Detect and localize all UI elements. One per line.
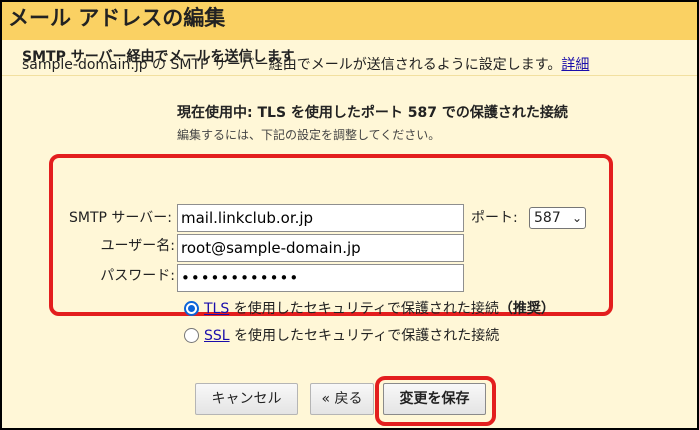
details-link[interactable]: 詳細 (561, 57, 589, 73)
ssl-radio[interactable] (184, 328, 199, 343)
port-select-value: 587 (534, 210, 561, 226)
smtp-server-label: SMTP サーバー: (69, 210, 172, 226)
edit-hint: 編集するには、下記の設定を調整してください。 (177, 128, 441, 142)
port-select[interactable]: 587 ⌄ (529, 207, 586, 229)
port-label: ポート: (471, 210, 518, 226)
tls-option: TLS を使用したセキュリティで保護された接続（推奨） (204, 300, 555, 318)
description: sample-domain.jp の SMTP サーバー経由でメールが送信される… (22, 56, 589, 74)
tls-recommended: （推奨） (498, 301, 555, 317)
dialog-title: メール アドレスの編集 (8, 6, 226, 30)
tls-option-text: を使用したセキュリティで保護された接続 (233, 301, 499, 317)
username-label: ユーザー名: (100, 238, 175, 254)
ssl-option: SSL を使用したセキュリティで保護された接続 (204, 327, 499, 345)
username-input[interactable]: root@sample-domain.jp (177, 234, 464, 262)
current-status: 現在使用中: TLS を使用したポート 587 での保護された接続 (177, 105, 568, 121)
tls-radio[interactable] (184, 301, 199, 316)
smtp-server-input[interactable]: mail.linkclub.or.jp (177, 204, 464, 232)
back-button[interactable]: « 戻る (310, 383, 374, 415)
password-label: パスワード: (100, 268, 175, 284)
tls-link[interactable]: TLS (204, 301, 229, 317)
description-text: sample-domain.jp の SMTP サーバー経由でメールが送信される… (22, 57, 562, 73)
chevron-down-icon: ⌄ (571, 211, 582, 225)
ssl-link[interactable]: SSL (204, 328, 230, 344)
title-bar: メール アドレスの編集 (2, 2, 697, 40)
ssl-option-text: を使用したセキュリティで保護された接続 (234, 328, 500, 344)
cancel-button[interactable]: キャンセル (195, 383, 298, 415)
save-button-highlight (375, 376, 496, 426)
password-input[interactable]: •••••••••••• (177, 264, 464, 292)
